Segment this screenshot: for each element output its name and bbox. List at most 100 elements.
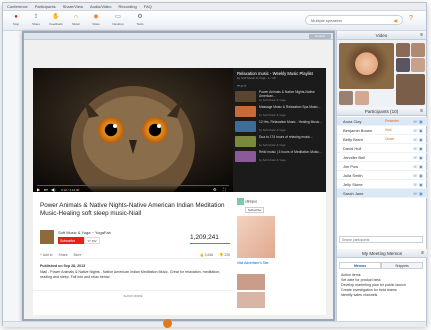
ad-brand[interactable]: clinique (245, 199, 257, 203)
ad-header: clinique (237, 198, 323, 205)
participants-title: Participants (10) (364, 109, 399, 114)
ad-subscribe-button[interactable]: Subscribe (245, 207, 265, 213)
video-player[interactable]: ▶ ⏭ ◀) 0:12 / 1:12:00 ⚙ ⛶ (33, 68, 233, 192)
participant-row[interactable]: Anna Clay Presenter ☏▣ (337, 117, 427, 126)
ad-thumbnail[interactable] (237, 274, 265, 290)
participant-status-icons: ☏▣ (412, 190, 424, 196)
participant-row[interactable]: Jim Pow ☏▣ (337, 162, 427, 171)
participant-search-input[interactable] (339, 236, 423, 243)
player-controls: ▶ ⏭ ◀) 0:12 / 1:12:00 ⚙ ⛶ (33, 184, 233, 192)
add-to-button[interactable]: + Add to (40, 253, 53, 257)
participant-row[interactable]: Julia Smith ☏▣ (337, 171, 427, 180)
participant-row[interactable]: David Hull ☏▣ (337, 144, 427, 153)
playlist-title[interactable]: Relaxation music - Weekly Music Playlist (233, 68, 326, 76)
tab-snippets[interactable]: Snippets (381, 262, 423, 269)
participant-name: David Hull (343, 145, 362, 151)
menu-participants[interactable]: Participants (35, 4, 56, 9)
feedback-label: Feedback (49, 22, 63, 26)
ad-image[interactable] (237, 216, 275, 258)
next-icon[interactable]: ⏭ (44, 187, 48, 192)
tools-label: Tools (136, 22, 144, 26)
music-button[interactable]: ∩ Music (67, 13, 85, 29)
dislike-button[interactable]: 👎 226 (219, 253, 230, 257)
ad-link[interactable]: Visit Advertiser's Site (237, 261, 269, 265)
desktop-icon: ▭ (115, 14, 121, 20)
playlist-thumbnail (235, 151, 256, 162)
speakers-label: Multiple speakers (311, 17, 343, 23)
subscribe-label: Subscribe (60, 238, 76, 243)
like-button[interactable]: 👍 3,636 (199, 253, 213, 257)
participant-status-icons: ☏▣ (412, 172, 424, 178)
participant-video[interactable] (355, 91, 369, 105)
settings-icon[interactable]: ⚙ (213, 187, 217, 192)
fullscreen-icon[interactable]: ⛶ (223, 187, 226, 192)
participant-status-icons: ☏▣ (412, 145, 424, 151)
feedback-button[interactable]: ✋ Feedback (47, 13, 65, 29)
ad-thumbnail[interactable] (237, 292, 265, 308)
participant-status-icons: ☏▣ (412, 163, 424, 169)
participant-video[interactable] (339, 91, 353, 105)
menu-faq[interactable]: FAQ (144, 4, 152, 9)
video-title: Power Animals & Native Nights-Native Ame… (40, 202, 225, 217)
playlist-item[interactable]: Power Animals & Native Nights-Native Ame… (235, 90, 324, 103)
playlist-item[interactable]: 12 Hrs. Relaxation Music - Healing Music… (235, 120, 324, 133)
subscribe-button[interactable]: Subscribe (58, 237, 84, 244)
participant-role: Presenter (385, 119, 399, 123)
participant-name: Jelly Stone (343, 181, 363, 187)
participant-video[interactable] (396, 74, 425, 105)
participant-row[interactable]: Jelly Stone ☏▣ (337, 180, 427, 189)
participant-video[interactable] (396, 58, 410, 72)
playlist-item-title: Dua to 174 hours of relaxing music... (259, 135, 313, 139)
show-more-button[interactable]: SHOW MORE (33, 290, 233, 298)
playlist-item[interactable]: Reiki music | 3 hours of Meditation Musi… (235, 150, 324, 163)
playlist-item[interactable]: Dua to 174 hours of relaxing music... by… (235, 135, 324, 148)
help-icon[interactable]: ? (409, 15, 413, 22)
tools-button[interactable]: ⚙ Tools (131, 13, 149, 29)
participant-video[interactable] (411, 58, 425, 72)
channel-name[interactable]: Soft Music & Yoga ~ YogaFab (58, 230, 111, 235)
menu-icon[interactable]: ≡ (420, 107, 423, 116)
share-button[interactable]: ⇪ Share (27, 13, 45, 29)
menu-icon[interactable]: ≡ (420, 31, 423, 40)
stop-button[interactable]: ● Stop (7, 13, 25, 29)
tab-memos[interactable]: Memos (339, 262, 381, 269)
menu-conference[interactable]: Conference (7, 4, 28, 9)
participant-row[interactable]: Sarah Jane ☏▣ (337, 189, 427, 198)
share-video-button[interactable]: Share (59, 253, 68, 257)
playlist-item-author: by Soft Music & Yoga (259, 158, 286, 162)
progress-fill (37, 185, 68, 186)
playlist-item[interactable]: Massage Music & Relaxation Spa Music... … (235, 105, 324, 118)
participant-name: Jennifer Bell (343, 154, 366, 160)
shared-screen: Control ▶ ⏭ ◀) 0:12 / 1:12:00 ⚙ ⛶ Relaxa… (22, 31, 335, 321)
participant-video-main[interactable] (339, 43, 394, 89)
participant-video[interactable] (411, 43, 425, 57)
volume-icon[interactable]: ◀) (51, 187, 55, 192)
participant-status-icons: ☏▣ (412, 118, 424, 124)
participant-row[interactable]: Benjamin Brown Host ☏▣ (337, 126, 427, 135)
memo-notes[interactable]: Action items Set date for product beta D… (341, 273, 423, 298)
progress-bar[interactable] (37, 185, 229, 186)
menu-icon[interactable]: ≡ (421, 249, 424, 258)
menu-share-view[interactable]: Share/View (63, 4, 83, 9)
app-window: Conference Participants Share/View Audio… (2, 2, 427, 328)
chat-bubble-icon[interactable] (163, 319, 172, 328)
more-button[interactable]: More (74, 253, 82, 257)
channel-avatar[interactable] (40, 230, 54, 244)
participant-row[interactable]: Betty Brant Owner ☏▣ (337, 135, 427, 144)
play-icon[interactable]: ▶ (37, 187, 40, 192)
control-badge[interactable]: Control (309, 34, 331, 39)
headphones-icon: ∩ (73, 14, 79, 20)
playlist-item-title: Reiki music | 3 hours of Meditation Musi… (259, 150, 322, 154)
time-display: 0:12 / 1:12:00 (61, 187, 80, 192)
menu-audio-video[interactable]: Audio/Video (90, 4, 112, 9)
participant-row[interactable]: Jennifer Bell ☏▣ (337, 153, 427, 162)
video-button[interactable]: ◉ Video (87, 13, 105, 29)
dislike-count: 226 (224, 252, 230, 257)
share-titlebar: Control (24, 33, 333, 40)
participant-video[interactable] (396, 43, 410, 57)
menu-recording[interactable]: Recording (118, 4, 136, 9)
desktop-button[interactable]: ▭ Desktop (109, 13, 127, 29)
playlist-controls: ⏮ ⇄ ⟳ (237, 84, 247, 88)
playlist-item-author: by Soft Music & Yoga (259, 98, 286, 102)
participant-role: Host (385, 128, 392, 132)
